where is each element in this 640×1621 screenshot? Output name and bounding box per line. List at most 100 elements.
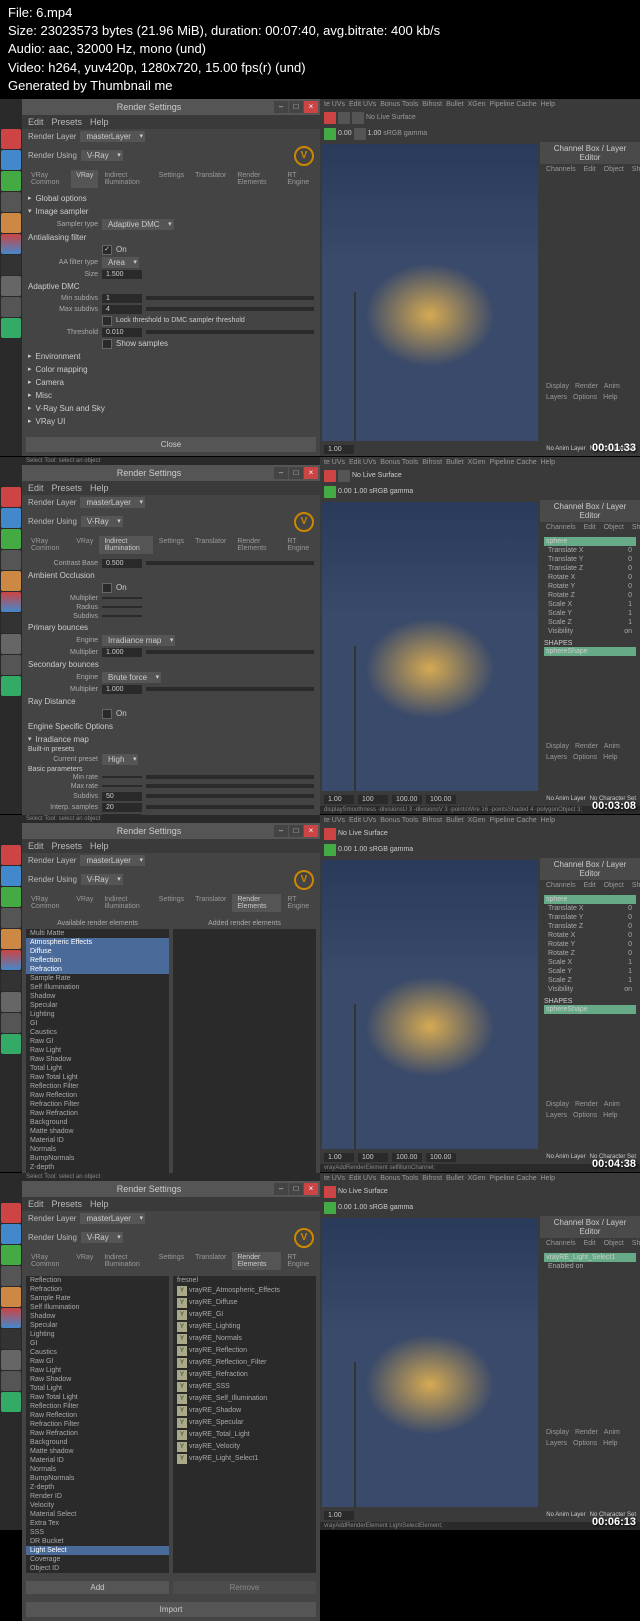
menu[interactable]: Bonus Tools	[380, 459, 418, 466]
min-slider[interactable]	[146, 296, 314, 300]
list-item[interactable]: GI	[26, 1019, 169, 1028]
menu[interactable]: Edit UVs	[349, 817, 376, 824]
dropdown[interactable]: High	[102, 754, 138, 765]
list-item[interactable]: fresnel	[173, 1276, 316, 1285]
menu[interactable]: Presets	[52, 1199, 83, 1209]
menu[interactable]: Layers	[546, 1112, 567, 1119]
dropdown[interactable]: Brute force	[102, 672, 161, 683]
tool-icon[interactable]	[1, 1266, 21, 1286]
tool-icon[interactable]	[1, 676, 21, 696]
tab[interactable]: Indirect Illumination	[99, 894, 152, 912]
menu[interactable]: Help	[541, 817, 555, 824]
list-item[interactable]: Specular	[26, 1001, 169, 1010]
cbox-tab[interactable]: Edit	[584, 166, 596, 173]
menu-item[interactable]: Bonus Tools	[380, 101, 418, 108]
input[interactable]	[102, 615, 142, 617]
toolbar-icon[interactable]	[354, 128, 366, 140]
list-item[interactable]: YvrayRE_Diffuse	[173, 1297, 316, 1309]
list-item[interactable]: Raw Refraction	[26, 1429, 169, 1438]
list-item[interactable]: Normals	[26, 1465, 169, 1474]
tool-icon[interactable]	[1, 529, 21, 549]
attr[interactable]: Enabled on	[548, 1263, 583, 1270]
label[interactable]: sRGB gamma	[369, 488, 413, 495]
icon[interactable]	[324, 1186, 336, 1198]
input[interactable]: 1.000	[102, 648, 142, 657]
list-item[interactable]: Raw Refraction	[26, 1109, 169, 1118]
attr-row[interactable]: Rotate Y0	[544, 940, 636, 949]
list-item[interactable]: Matte shadow	[26, 1447, 169, 1456]
menu[interactable]: Edit UVs	[349, 1175, 376, 1182]
menu-edit[interactable]: Edit	[28, 483, 44, 493]
tool-icon[interactable]	[1, 508, 21, 528]
tab[interactable]: VRay Common	[26, 894, 70, 912]
section-global[interactable]: Global options	[28, 192, 314, 205]
close[interactable]: ×	[304, 1183, 318, 1195]
viewport[interactable]	[322, 860, 538, 1149]
attr-row[interactable]: Rotate Z0	[544, 591, 636, 600]
icon[interactable]	[324, 486, 336, 498]
tab[interactable]: Display	[546, 1429, 569, 1436]
tool-icon[interactable]	[1, 276, 21, 296]
attr-row[interactable]: Scale X1	[544, 958, 636, 967]
list-item[interactable]: BumpNormals	[26, 1474, 169, 1483]
attr-row[interactable]: Rotate Z0	[544, 949, 636, 958]
menu-presets[interactable]: Presets	[52, 483, 83, 493]
menu-item[interactable]: Edit UVs	[349, 101, 376, 108]
menu[interactable]: Edit	[28, 841, 44, 851]
tool-icon[interactable]	[1, 171, 21, 191]
icon[interactable]	[338, 470, 350, 482]
tool-icon[interactable]	[1, 150, 21, 170]
menu-help[interactable]: Help	[90, 483, 109, 493]
menu[interactable]: Presets	[52, 841, 83, 851]
attr-row[interactable]: Scale Y1	[544, 967, 636, 976]
available-list[interactable]: ReflectionRefractionSample RateSelf Illu…	[26, 1276, 169, 1573]
list-item[interactable]: Raw GI	[26, 1037, 169, 1046]
input[interactable]	[102, 606, 142, 608]
list-item[interactable]: YvrayRE_Reflection_Filter	[173, 1357, 316, 1369]
menu[interactable]: Bullet	[446, 1175, 464, 1182]
menu[interactable]: Pipeline Cache	[490, 817, 537, 824]
attr-row[interactable]: Translate Y0	[544, 913, 636, 922]
tool-icon[interactable]	[1, 1245, 21, 1265]
list-item[interactable]: YvrayRE_Refraction	[173, 1369, 316, 1381]
list-item[interactable]: Caustics	[26, 1028, 169, 1037]
attr-row[interactable]: Visibilityon	[544, 627, 636, 636]
attr-row[interactable]: Translate X0	[544, 546, 636, 555]
input[interactable]: 20	[102, 803, 142, 812]
menu[interactable]: te UVs	[324, 817, 345, 824]
menu[interactable]: Help	[603, 754, 617, 761]
list-item[interactable]: Refraction	[26, 965, 169, 974]
list-item[interactable]: Raw Shadow	[26, 1375, 169, 1384]
tab[interactable]: VRay Common	[26, 536, 70, 554]
num[interactable]: 1.00	[324, 795, 354, 804]
dropdown[interactable]: V-Ray	[81, 1232, 123, 1243]
input[interactable]: 50	[102, 792, 142, 801]
section[interactable]: Irradiance map	[28, 733, 314, 746]
menu[interactable]: XGen	[468, 459, 486, 466]
list-item[interactable]: Material ID	[26, 1456, 169, 1465]
menu[interactable]: Options	[573, 1112, 597, 1119]
attr-row[interactable]: Rotate Y0	[544, 582, 636, 591]
attr-row[interactable]: Scale Y1	[544, 609, 636, 618]
shape-name[interactable]: sphereShape	[544, 1005, 636, 1014]
section-misc[interactable]: Misc	[28, 389, 314, 402]
list-item[interactable]: YvrayRE_Atmospheric_Effects	[173, 1285, 316, 1297]
dropdown[interactable]: masterLayer	[80, 855, 144, 866]
tool-icon[interactable]	[1, 950, 21, 970]
menu[interactable]: Layers	[546, 1440, 567, 1447]
cbox-tab[interactable]: Show	[632, 166, 640, 173]
label[interactable]: sRGB gamma	[369, 846, 413, 853]
menu-item[interactable]: te UVs	[324, 101, 345, 108]
list-item[interactable]: Reflection	[26, 1276, 169, 1285]
tab-rt[interactable]: RT Engine	[282, 170, 316, 188]
list-item[interactable]: GI	[26, 1339, 169, 1348]
tab[interactable]: Display	[546, 1101, 569, 1108]
list-item[interactable]: Shadow	[26, 992, 169, 1001]
dropdown[interactable]: V-Ray	[81, 874, 123, 885]
layers-menu[interactable]: Options	[573, 394, 597, 401]
menu-presets[interactable]: Presets	[52, 117, 83, 127]
list-item[interactable]: Z-depth	[26, 1163, 169, 1172]
attr-row[interactable]: Rotate X0	[544, 573, 636, 582]
list-item[interactable]: Background	[26, 1438, 169, 1447]
list-item[interactable]: YvrayRE_Self_Illumination	[173, 1393, 316, 1405]
